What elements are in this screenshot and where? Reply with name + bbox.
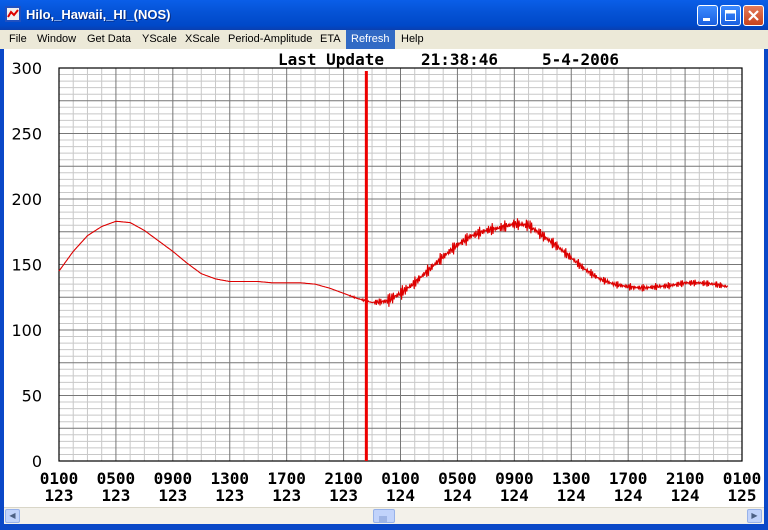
x-tick-day-label: 123	[45, 486, 74, 505]
close-button[interactable]	[743, 5, 764, 26]
maximize-button[interactable]	[720, 5, 741, 26]
menu-eta[interactable]: ETA	[315, 30, 346, 49]
x-axis-labels: 0100123050012309001231300123170012321001…	[40, 469, 762, 505]
menu-file[interactable]: File	[4, 30, 32, 49]
chevron-right-icon: ▶	[751, 511, 758, 520]
title-bar[interactable]: Hilo,_Hawaii,_HI_(NOS)	[0, 0, 768, 30]
y-tick-label: 300	[11, 59, 42, 78]
close-icon	[748, 10, 759, 21]
horizontal-scrollbar[interactable]: ◀ ▶	[4, 507, 764, 524]
x-tick-day-label: 124	[614, 486, 643, 505]
x-tick-day-label: 123	[101, 486, 130, 505]
maximize-icon	[725, 10, 736, 21]
y-axis-labels: 050100150200250300	[11, 59, 42, 471]
x-tick-day-label: 124	[500, 486, 529, 505]
x-tick-day-label: 125	[728, 486, 757, 505]
window-border-right	[764, 30, 768, 524]
x-tick-day-label: 123	[158, 486, 187, 505]
chevron-left-icon: ◀	[9, 511, 16, 520]
x-tick-day-label: 124	[671, 486, 700, 505]
y-tick-label: 50	[22, 387, 42, 406]
menu-yscale[interactable]: YScale	[137, 30, 182, 49]
y-tick-label: 250	[11, 125, 42, 144]
window-border-bottom	[0, 524, 768, 530]
x-tick-day-label: 123	[329, 486, 358, 505]
y-tick-label: 200	[11, 190, 42, 209]
window-title: Hilo,_Hawaii,_HI_(NOS)	[26, 7, 171, 22]
scroll-thumb[interactable]	[373, 509, 395, 523]
scroll-right-button[interactable]: ▶	[747, 509, 762, 523]
app-window: Hilo,_Hawaii,_HI_(NOS) File Window Get D…	[0, 0, 768, 530]
menu-xscale[interactable]: XScale	[180, 30, 225, 49]
menu-help[interactable]: Help	[396, 30, 429, 49]
last-update-date: 5-4-2006	[542, 50, 619, 69]
last-update-label: Last Update	[278, 50, 384, 69]
menu-period-amplitude[interactable]: Period-Amplitude	[223, 30, 317, 49]
x-tick-day-label: 124	[443, 486, 472, 505]
x-tick-day-label: 124	[386, 486, 415, 505]
menu-window[interactable]: Window	[32, 30, 81, 49]
minimize-button[interactable]	[697, 5, 718, 26]
menu-get-data[interactable]: Get Data	[82, 30, 136, 49]
last-update-time: 21:38:46	[421, 50, 498, 69]
minimize-icon	[703, 18, 710, 21]
y-tick-label: 100	[11, 321, 42, 340]
menu-bar: File Window Get Data YScale XScale Perio…	[0, 30, 768, 49]
menu-refresh[interactable]: Refresh	[346, 30, 395, 49]
app-icon	[5, 6, 21, 22]
chart-area: Last Update 21:38:46 5-4-2006 0 50 100 150 2…	[4, 49, 764, 507]
tide-chart: Last Update 21:38:46 5-4-2006 0501001502…	[11, 50, 762, 505]
x-tick-day-label: 123	[215, 486, 244, 505]
scroll-left-button[interactable]: ◀	[5, 509, 20, 523]
x-tick-day-label: 123	[272, 486, 301, 505]
y-tick-label: 150	[11, 256, 42, 275]
x-tick-day-label: 124	[557, 486, 586, 505]
